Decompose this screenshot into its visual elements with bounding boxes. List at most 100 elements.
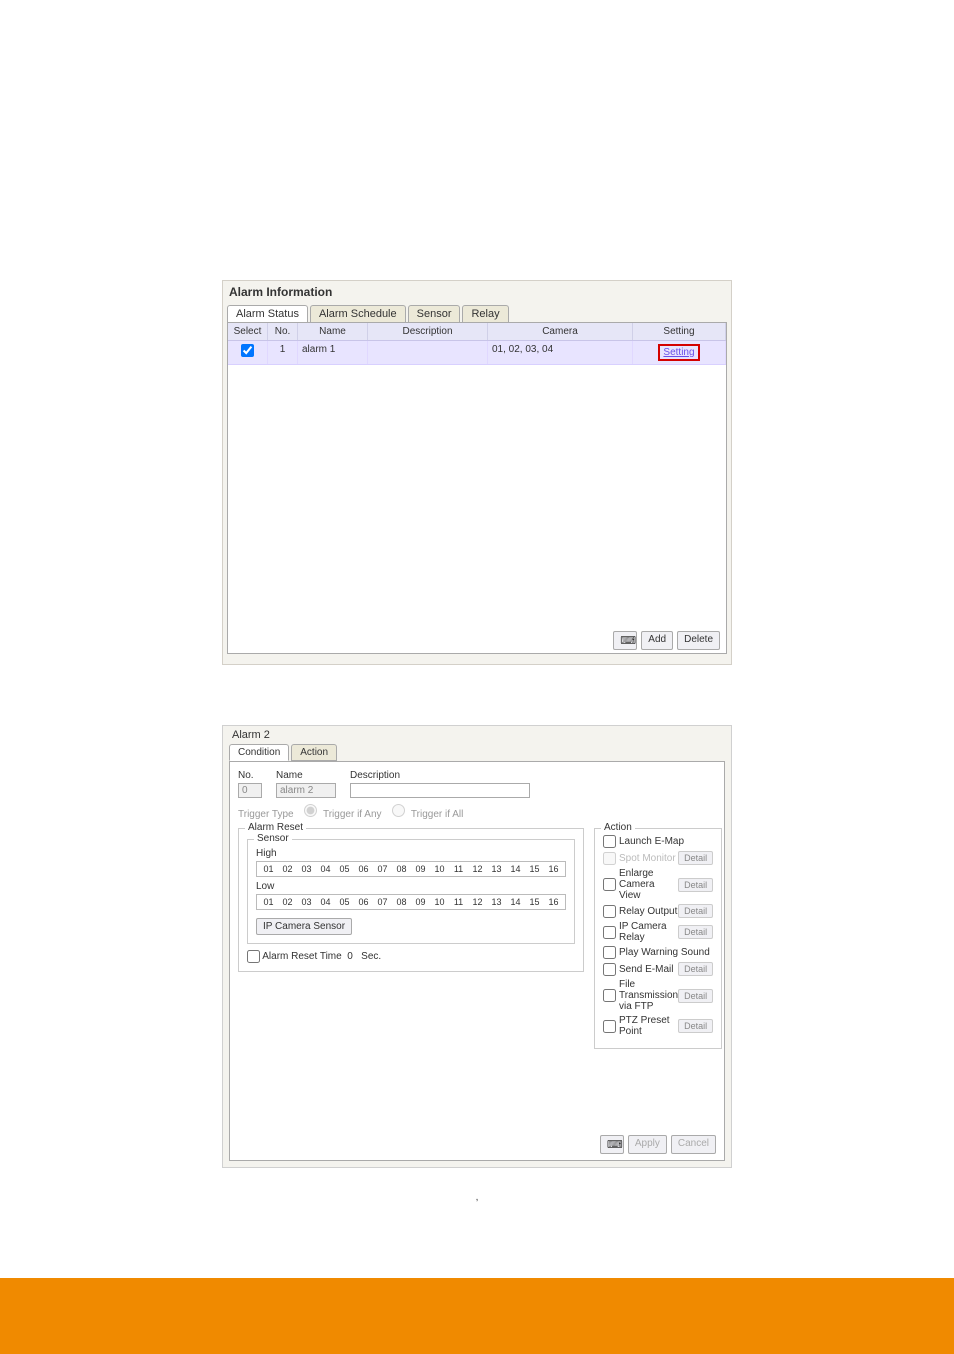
- detail-button[interactable]: Detail: [678, 962, 713, 976]
- sensor-number[interactable]: 06: [356, 897, 371, 907]
- action-item: Launch E-Map: [603, 835, 713, 848]
- alarm-reset-time-checkbox[interactable]: [247, 950, 260, 963]
- sensor-number[interactable]: 11: [451, 864, 466, 874]
- sensor-number[interactable]: 05: [337, 864, 352, 874]
- description-field[interactable]: [350, 783, 530, 798]
- sensor-number[interactable]: 15: [527, 864, 542, 874]
- keyboard-icon[interactable]: ⌨: [613, 631, 637, 650]
- label-description: Description: [350, 770, 530, 781]
- sensor-number[interactable]: 02: [280, 897, 295, 907]
- table-header: Select No. Name Description Camera Setti…: [228, 323, 726, 341]
- radio-trigger-any: [304, 804, 317, 817]
- sensor-number[interactable]: 04: [318, 864, 333, 874]
- condition-panel: No. Name Description Trigger Type: [229, 761, 725, 1161]
- label-name: Name: [276, 770, 336, 781]
- row-checkbox[interactable]: [241, 344, 254, 357]
- sensor-number[interactable]: 07: [375, 897, 390, 907]
- sensor-number[interactable]: 11: [451, 897, 466, 907]
- label-trigger-type: Trigger Type: [238, 809, 294, 820]
- sensor-number[interactable]: 05: [337, 897, 352, 907]
- action-item: Send E-Mail Detail: [603, 962, 713, 976]
- sensor-number[interactable]: 14: [508, 897, 523, 907]
- action-checkbox: [603, 852, 616, 865]
- sensor-low-row[interactable]: 01 02 03 04 05 06 07 08 09 10 11 12 13 14 15 16: [256, 894, 566, 910]
- sensor-number[interactable]: 13: [489, 897, 504, 907]
- tab-relay[interactable]: Relay: [462, 305, 508, 322]
- cancel-button[interactable]: Cancel: [671, 1135, 716, 1154]
- action-checkbox[interactable]: [603, 926, 616, 939]
- alarm-information-window: Alarm Information Alarm Status Alarm Sch…: [222, 280, 732, 665]
- sensor-number[interactable]: 03: [299, 864, 314, 874]
- action-checkbox[interactable]: [603, 946, 616, 959]
- sensor-number[interactable]: 08: [394, 864, 409, 874]
- row-no: 1: [268, 341, 298, 364]
- name-field[interactable]: [276, 783, 336, 798]
- delete-button[interactable]: Delete: [677, 631, 720, 650]
- tab-sensor[interactable]: Sensor: [408, 305, 461, 322]
- sensor-number[interactable]: 01: [261, 897, 276, 907]
- sensor-number[interactable]: 12: [470, 897, 485, 907]
- detail-button[interactable]: Detail: [678, 851, 713, 865]
- sensor-number[interactable]: 06: [356, 864, 371, 874]
- add-button[interactable]: Add: [641, 631, 673, 650]
- tab-action[interactable]: Action: [291, 744, 337, 761]
- apply-button[interactable]: Apply: [628, 1135, 667, 1154]
- detail-button[interactable]: Detail: [678, 925, 713, 939]
- sensor-number[interactable]: 10: [432, 864, 447, 874]
- sensor-high-row[interactable]: 01 02 03 04 05 06 07 08 09 10 11 12 13 14 15 16: [256, 861, 566, 877]
- alarm-2-window: Alarm 2 Condition Action No. Name: [222, 725, 732, 1168]
- header-name: Name: [298, 323, 368, 340]
- action-checkbox[interactable]: [603, 963, 616, 976]
- tab-alarm-schedule[interactable]: Alarm Schedule: [310, 305, 406, 322]
- detail-button[interactable]: Detail: [678, 904, 713, 918]
- sensor-number[interactable]: 09: [413, 897, 428, 907]
- label-alarm-reset-time: Alarm Reset Time: [262, 951, 341, 962]
- sensor-number[interactable]: 03: [299, 897, 314, 907]
- caption-line: ,: [60, 1192, 894, 1203]
- sensor-number[interactable]: 13: [489, 864, 504, 874]
- sensor-number[interactable]: 02: [280, 864, 295, 874]
- header-description: Description: [368, 323, 488, 340]
- action-checkbox[interactable]: [603, 905, 616, 918]
- ip-camera-sensor-button[interactable]: IP Camera Sensor: [256, 918, 352, 935]
- tab-condition[interactable]: Condition: [229, 744, 289, 761]
- keyboard-icon[interactable]: ⌨: [600, 1135, 624, 1154]
- sensor-number[interactable]: 08: [394, 897, 409, 907]
- table-row[interactable]: 1 alarm 1 01, 02, 03, 04 Setting: [228, 341, 726, 365]
- sensor-number[interactable]: 10: [432, 897, 447, 907]
- detail-button[interactable]: Detail: [678, 1019, 713, 1033]
- sensor-number[interactable]: 07: [375, 864, 390, 874]
- sensor-number[interactable]: 12: [470, 864, 485, 874]
- header-setting: Setting: [633, 323, 726, 340]
- setting-button[interactable]: Setting: [658, 344, 699, 361]
- detail-button[interactable]: Detail: [678, 989, 713, 1003]
- row-camera: 01, 02, 03, 04: [488, 341, 633, 364]
- sensor-number[interactable]: 01: [261, 864, 276, 874]
- alarm-table-panel: Select No. Name Description Camera Setti…: [227, 322, 727, 654]
- action-item: IP Camera RelayDetail: [603, 921, 713, 943]
- tab-alarm-status[interactable]: Alarm Status: [227, 305, 308, 322]
- alarm-reset-time-row: Alarm Reset Time 0 Sec.: [247, 950, 575, 963]
- action-item: File Transmission via FTPDetail: [603, 979, 713, 1012]
- action-item: Enlarge Camera ViewDetail: [603, 868, 713, 901]
- sensor-number[interactable]: 14: [508, 864, 523, 874]
- label-high: High: [256, 848, 566, 859]
- row-name: alarm 1: [298, 341, 368, 364]
- legend-alarm-reset: Alarm Reset: [245, 822, 306, 833]
- action-checkbox[interactable]: [603, 835, 616, 848]
- sensor-number[interactable]: 15: [527, 897, 542, 907]
- sensor-number[interactable]: 16: [546, 897, 561, 907]
- tabs: Alarm Status Alarm Schedule Sensor Relay: [227, 305, 727, 322]
- footer-stripe: [0, 1278, 954, 1354]
- detail-button[interactable]: Detail: [678, 878, 713, 892]
- action-checkbox[interactable]: [603, 878, 616, 891]
- action-label: Launch E-Map: [619, 836, 684, 847]
- sensor-number[interactable]: 09: [413, 864, 428, 874]
- window-title: Alarm 2: [229, 729, 273, 741]
- sensor-number[interactable]: 04: [318, 897, 333, 907]
- sensor-number[interactable]: 16: [546, 864, 561, 874]
- action-checkbox[interactable]: [603, 989, 616, 1002]
- action-label: Send E-Mail: [619, 964, 673, 975]
- header-no: No.: [268, 323, 298, 340]
- action-checkbox[interactable]: [603, 1020, 616, 1033]
